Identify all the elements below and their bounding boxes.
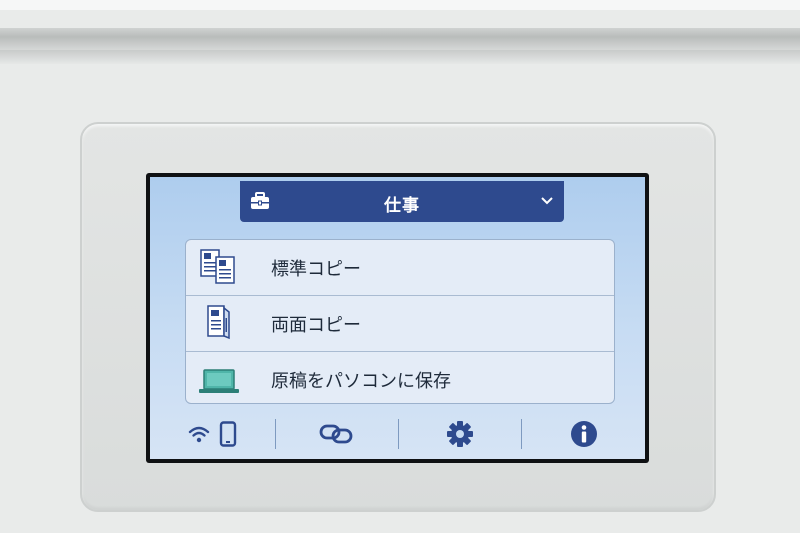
menu-item-label: 標準コピー (271, 259, 361, 280)
duplex-copy-icon (207, 305, 230, 340)
mode-title: 仕事 (384, 196, 420, 216)
menu-item-label: 両面コピー (271, 315, 361, 336)
link-icon (319, 424, 353, 444)
wireless-status-button[interactable] (150, 409, 275, 459)
menu-item-standard-copy[interactable]: 標準コピー (186, 240, 614, 296)
smartphone-icon (219, 421, 236, 447)
bottom-toolbar (150, 409, 645, 459)
lcd-screen: 仕事 標準コピー 両面コピー 原稿をパソコンに保存 (146, 173, 649, 463)
gear-icon (447, 421, 473, 447)
printer-top-edge (0, 0, 800, 10)
screen-display: 仕事 標準コピー 両面コピー 原稿をパソコンに保存 (150, 177, 645, 459)
menu-item-duplex-copy[interactable]: 両面コピー (186, 296, 614, 352)
info-icon (570, 421, 597, 447)
info-button[interactable] (522, 409, 645, 459)
printer-rail-shadow (0, 50, 800, 64)
menu-item-label: 原稿をパソコンに保存 (271, 371, 451, 392)
laptop-icon (199, 369, 239, 393)
mode-dropdown[interactable]: 仕事 (240, 181, 564, 222)
standard-copy-icon (200, 249, 235, 284)
settings-button[interactable] (399, 409, 521, 459)
wifi-icon (188, 426, 209, 443)
chevron-down-icon (541, 197, 553, 205)
printer-lid-rail (0, 28, 800, 50)
menu-item-save-to-pc[interactable]: 原稿をパソコンに保存 (186, 352, 614, 407)
connect-button[interactable] (276, 409, 398, 459)
menu-list: 標準コピー 両面コピー 原稿をパソコンに保存 (185, 239, 615, 404)
